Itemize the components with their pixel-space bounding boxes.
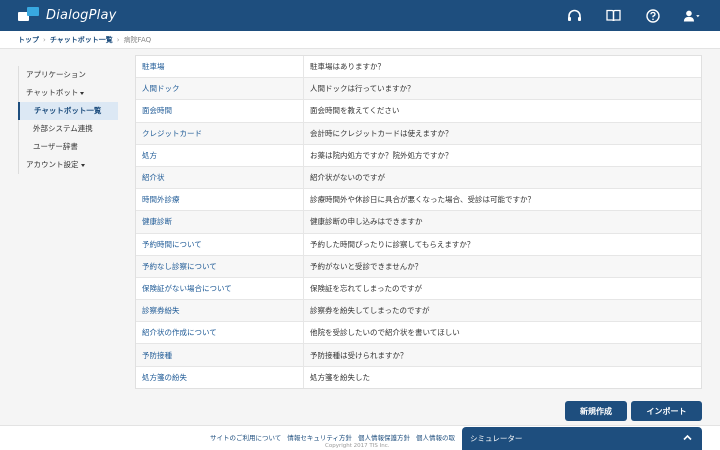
faq-question: 予防接種は受けられますか？: [310, 350, 408, 360]
footer-links: サイトのご利用について 情報セキュリティ方針 個人情報保護方針 個人情報の取: [210, 432, 461, 442]
footer-link[interactable]: サイトのご利用について: [210, 432, 281, 442]
faq-question: 健康診断の申し込みはできますか: [310, 217, 423, 227]
breadcrumb-separator: ›: [116, 35, 120, 44]
faq-question: 他院を受診したいので紹介状を書いてほしい: [310, 328, 460, 338]
breadcrumb-top[interactable]: トップ: [18, 35, 39, 45]
chevron-up-icon[interactable]: [683, 434, 692, 443]
faq-question: 予約した時間ぴったりに診察してもらえますか？: [310, 239, 475, 249]
faq-question: お薬は院内処方ですか？院外処方ですか？: [310, 150, 453, 160]
faq-key-link[interactable]: 駐車場: [136, 56, 304, 78]
book-icon[interactable]: [605, 7, 622, 24]
faq-key-link[interactable]: 保険証がない場合について: [136, 277, 304, 300]
simulator-panel[interactable]: シミュレーター: [462, 427, 702, 450]
copyright: Copyright 2017 TIS Inc.: [325, 443, 390, 449]
faq-key-link[interactable]: クレジットカード: [136, 122, 304, 144]
table-row[interactable]: 紹介状の作成について 他院を受診したいので紹介状を書いてほしい: [136, 322, 701, 345]
logo-icon: [18, 7, 40, 23]
faq-table: 駐車場 駐車場はありますか？ 人間ドック 人間ドックは行っていますか？ 面会時間 面会時間…: [135, 55, 702, 389]
caret-down-icon: [80, 163, 85, 167]
breadcrumb-current: 病院FAQ: [123, 35, 152, 44]
faq-key-link[interactable]: 健康診断: [136, 211, 304, 233]
table-row[interactable]: 面会時間 面会時間を教えてください: [136, 100, 701, 123]
table-row[interactable]: 処方箋の紛失 処方箋を紛失した: [136, 366, 701, 388]
table-row[interactable]: 診察券紛失 診察券を紛失してしまったのですが: [136, 300, 701, 323]
table-row[interactable]: 予約なし診察について 予約がないと受診できませんか？: [136, 255, 701, 278]
footer-link[interactable]: 情報セキュリティ方針: [287, 432, 352, 442]
footer-link[interactable]: 個人情報保護方針: [358, 432, 410, 442]
new-button[interactable]: 新規作成: [565, 401, 627, 421]
faq-question: 処方箋を紛失した: [310, 372, 370, 382]
sidebar-item-chatbot[interactable]: チャットボット: [19, 84, 118, 102]
faq-question: 保険証を忘れてしまったのですが: [310, 283, 422, 293]
faq-question: 予約がないと受診できませんか？: [310, 261, 423, 271]
footer-link[interactable]: 個人情報の取: [416, 432, 455, 442]
faq-question: 人間ドックは行っていますか？: [310, 84, 415, 94]
simulator-label: シミュレーター: [470, 434, 523, 443]
app-name: DialogPlay: [46, 7, 117, 23]
header-icons: [544, 7, 700, 24]
breadcrumb: トップ › チャットボット一覧 › 病院FAQ: [0, 31, 720, 49]
sidebar-item-label: アカウント設定: [26, 160, 79, 169]
faq-key-link[interactable]: 予約時間について: [136, 233, 304, 255]
table-row[interactable]: 保険証がない場合について 保険証を忘れてしまったのですが: [136, 277, 701, 301]
faq-key-link[interactable]: 面会時間: [136, 100, 304, 122]
faq-key-link[interactable]: 予防接種: [136, 344, 304, 366]
sidebar-item-label: チャットボット: [26, 88, 79, 97]
breadcrumb-chatbot-list[interactable]: チャットボット一覧: [50, 35, 113, 45]
help-icon[interactable]: [644, 7, 661, 24]
sidebar-item-user-dict[interactable]: ユーザー辞書: [19, 138, 118, 156]
user-icon[interactable]: [683, 7, 700, 24]
breadcrumb-separator: ›: [43, 35, 46, 44]
table-row[interactable]: クレジットカード 会計時にクレジットカードは使えますか？: [136, 122, 701, 145]
table-row[interactable]: 健康診断 健康診断の申し込みはできますか: [136, 211, 701, 234]
table-row[interactable]: 処方 お薬は院内処方ですか？院外処方ですか？: [136, 144, 701, 167]
table-row[interactable]: 駐車場 駐車場はありますか？: [136, 56, 701, 79]
table-row[interactable]: 時間外診療 診療時間外や休診日に具合が悪くなった場合、受診は可能ですか？: [136, 189, 701, 212]
sidebar-item-chatbot-list[interactable]: チャットボット一覧: [18, 102, 118, 120]
table-row[interactable]: 予防接種 予防接種は受けられますか？: [136, 344, 701, 367]
faq-question: 面会時間を教えてください: [310, 106, 400, 116]
table-row[interactable]: 予約時間について 予約した時間ぴったりに診察してもらえますか？: [136, 233, 701, 256]
faq-question: 診療時間外や休診日に具合が悪くなった場合、受診は可能ですか？: [310, 195, 535, 205]
headset-icon[interactable]: [566, 7, 583, 24]
sidebar-item-account[interactable]: アカウント設定: [19, 156, 118, 174]
table-row[interactable]: 人間ドック 人間ドックは行っていますか？: [136, 78, 701, 101]
faq-key-link[interactable]: 時間外診療: [136, 189, 304, 211]
sidebar-item-applications[interactable]: アプリケーション: [19, 66, 118, 84]
faq-key-link[interactable]: 診察券紛失: [136, 300, 304, 322]
faq-key-link[interactable]: 処方: [136, 144, 304, 166]
faq-key-link[interactable]: 紹介状の作成について: [136, 322, 304, 344]
faq-question: 会計時にクレジットカードは使えますか？: [310, 128, 453, 138]
table-row[interactable]: 紹介状 紹介状がないのですが: [136, 166, 701, 190]
import-button[interactable]: インポート: [631, 401, 702, 421]
sidebar-item-external-link[interactable]: 外部システム連携: [19, 120, 118, 138]
faq-key-link[interactable]: 予約なし診察について: [136, 255, 304, 277]
sidebar-nav: アプリケーション チャットボット チャットボット一覧 外部システム連携 ユーザー…: [18, 66, 118, 174]
faq-question: 診察券を紛失してしまったのですが: [310, 306, 430, 316]
faq-question: 紹介状がないのですが: [310, 173, 385, 183]
app-header: DialogPlay: [0, 0, 720, 31]
faq-question: 駐車場はありますか？: [310, 62, 385, 72]
caret-down-icon: [80, 91, 85, 95]
faq-key-link[interactable]: 処方箋の紛失: [136, 366, 304, 388]
faq-key-link[interactable]: 人間ドック: [136, 78, 304, 100]
logo[interactable]: DialogPlay: [18, 7, 117, 23]
faq-key-link[interactable]: 紹介状: [136, 166, 304, 189]
